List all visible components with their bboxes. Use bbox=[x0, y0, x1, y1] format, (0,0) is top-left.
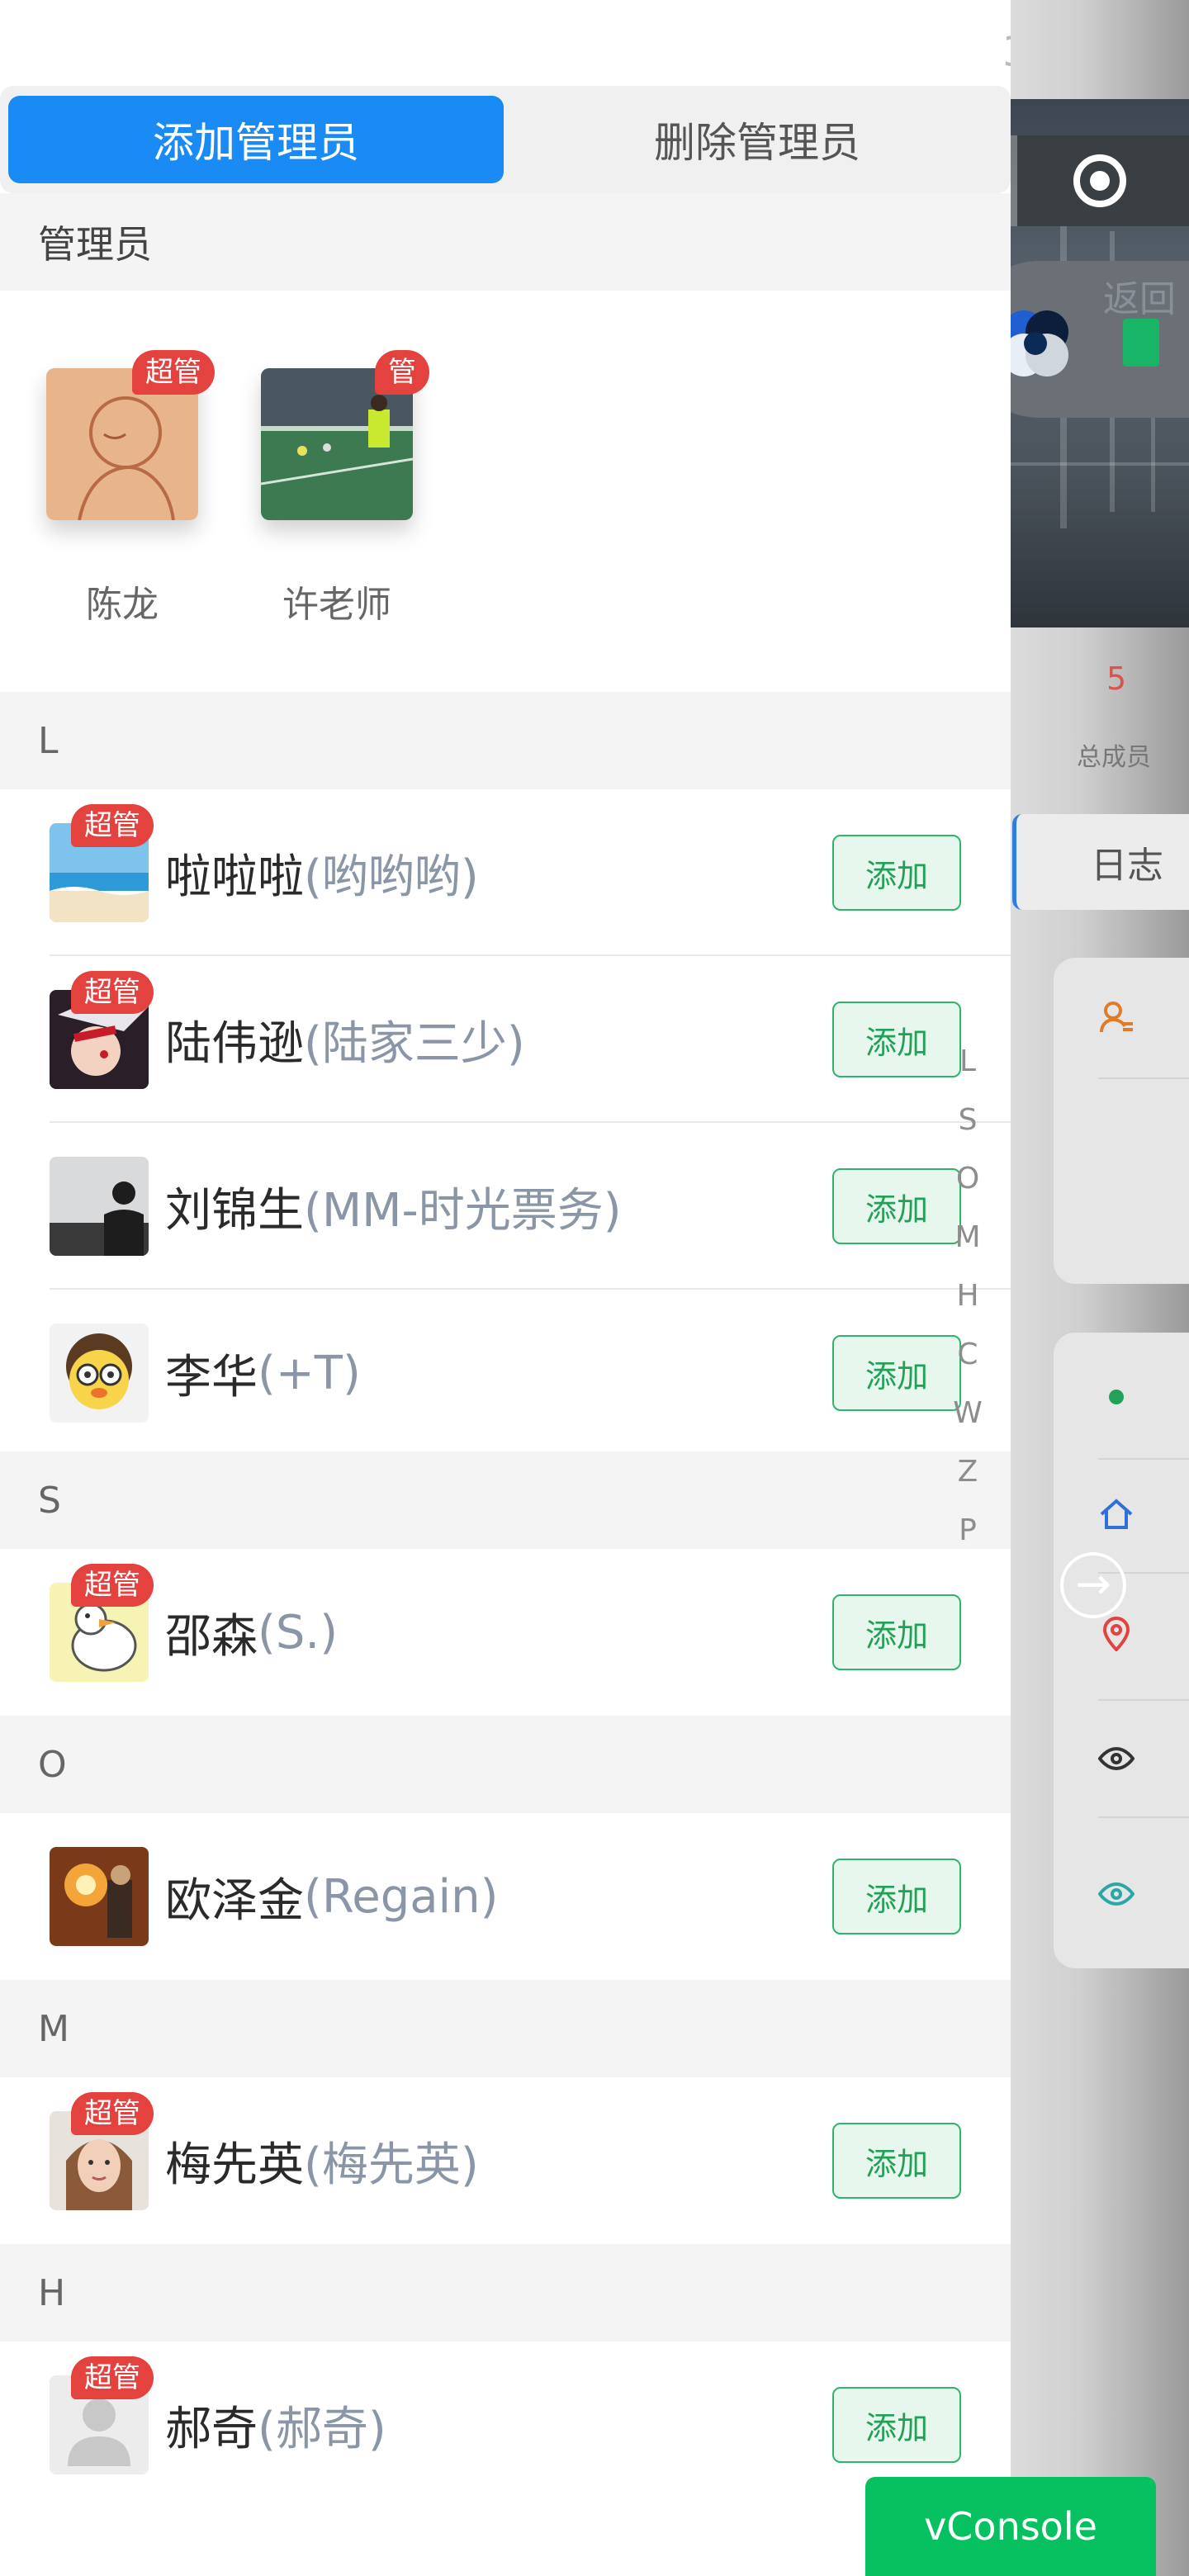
member-name-text: 陆伟逊 bbox=[165, 1016, 304, 1071]
dot-icon bbox=[1098, 1379, 1135, 1415]
add-button[interactable]: 添加 bbox=[832, 835, 961, 911]
home-icon bbox=[1098, 1496, 1135, 1532]
member-name: 陆伟逊 (陆家三少) bbox=[165, 956, 525, 1123]
list-item: 超管 啦啦啦 (哟哟哟) 添加 bbox=[0, 789, 1011, 956]
member-name: 李华 (+T) bbox=[165, 1290, 361, 1456]
group-header-h: H bbox=[0, 2244, 1011, 2342]
index-letter[interactable]: O bbox=[950, 1149, 986, 1208]
member-name-text: 欧泽金 bbox=[165, 1873, 304, 1928]
member-name: 邵森 (S.) bbox=[165, 1549, 338, 1716]
admin-name: 许老师 bbox=[282, 584, 391, 626]
divider bbox=[1098, 1077, 1189, 1079]
member-name-text: 邵森 bbox=[165, 1609, 258, 1664]
member-alias: (郝奇) bbox=[258, 2402, 386, 2456]
arrow-right-circle-icon[interactable]: → bbox=[1060, 1552, 1126, 1618]
list-item: 超管 邵森 (S.) 添加 bbox=[0, 1549, 1011, 1716]
close-mini-program-button[interactable] bbox=[1017, 135, 1189, 226]
list-item: 李华 (+T) 添加 bbox=[0, 1290, 1011, 1456]
add-button[interactable]: 添加 bbox=[832, 1002, 961, 1077]
log-tab[interactable]: 日志 bbox=[1012, 814, 1189, 910]
document-icon bbox=[1123, 319, 1159, 367]
member-alias: (陆家三少) bbox=[304, 1016, 525, 1071]
admin-drawer: 3% 添加管理员 删除管理员 管理员 超管 陈龙 管 许老师 L 超管 啦啦啦(… bbox=[0, 0, 1011, 2576]
member-alias: (Regain) bbox=[304, 1869, 499, 1924]
list-item: 超管 陆伟逊 (陆家三少) 添加 bbox=[0, 956, 1011, 1123]
super-admin-badge: 超管 bbox=[71, 2092, 154, 2135]
member-name: 梅先英 (梅先英) bbox=[165, 2077, 479, 2244]
tab-remove-admin[interactable]: 删除管理员 bbox=[512, 96, 1002, 183]
member-name-text: 梅先英 bbox=[165, 2138, 304, 2192]
index-letter[interactable]: W bbox=[950, 1384, 986, 1442]
member-alias: (梅先英) bbox=[304, 2138, 479, 2192]
divider bbox=[1098, 1816, 1189, 1818]
admin-tile[interactable]: 超管 陈龙 bbox=[46, 350, 215, 626]
member-name: 啦啦啦 (哟哟哟) bbox=[165, 789, 479, 956]
avatar bbox=[50, 1324, 149, 1423]
member-name-text: 刘锦生 bbox=[165, 1183, 304, 1238]
total-member-label: 总成员 bbox=[1077, 743, 1151, 772]
location-pin-icon bbox=[1098, 1615, 1135, 1652]
battery-status: 3% bbox=[1002, 28, 1011, 76]
add-button[interactable]: 添加 bbox=[832, 2123, 961, 2199]
member-name: 郝奇 (郝奇) bbox=[165, 2342, 386, 2508]
tab-add-admin[interactable]: 添加管理员 bbox=[8, 96, 504, 183]
add-button[interactable]: 添加 bbox=[832, 1859, 961, 1934]
add-button[interactable]: 添加 bbox=[832, 1335, 961, 1411]
alphabet-index: L S O M H C W Z P bbox=[950, 1032, 986, 1560]
super-admin-badge: 超管 bbox=[71, 2356, 154, 2399]
super-admin-badge: 超管 bbox=[71, 971, 154, 1014]
list-item: 欧泽金 (Regain) 添加 bbox=[0, 1813, 1011, 1980]
user-settings-icon bbox=[1098, 999, 1135, 1035]
index-letter[interactable]: Z bbox=[950, 1442, 986, 1501]
member-alias: (MM-时光票务) bbox=[304, 1183, 622, 1238]
index-letter[interactable]: C bbox=[950, 1325, 986, 1384]
vconsole-button[interactable]: vConsole bbox=[865, 2477, 1156, 2576]
add-button[interactable]: 添加 bbox=[832, 2387, 961, 2463]
admin-badge: 管 bbox=[375, 350, 429, 395]
member-alias: (S.) bbox=[258, 1605, 339, 1660]
group-header-o: O bbox=[0, 1716, 1011, 1813]
member-name: 欧泽金 (Regain) bbox=[165, 1813, 498, 1980]
avatar bbox=[50, 1157, 149, 1256]
member-name-text: 啦啦啦 bbox=[165, 850, 304, 904]
add-button[interactable]: 添加 bbox=[832, 1168, 961, 1244]
tab-bar: 添加管理员 删除管理员 bbox=[0, 86, 1011, 193]
group-header-s: S bbox=[0, 1451, 1011, 1549]
group-header-l: L bbox=[0, 692, 1011, 789]
divider bbox=[1098, 1458, 1189, 1460]
back-label: 返回 bbox=[1103, 278, 1176, 320]
super-admin-badge: 超管 bbox=[71, 1564, 154, 1607]
index-letter[interactable]: S bbox=[950, 1091, 986, 1149]
admin-name: 陈龙 bbox=[86, 584, 159, 626]
eye-icon bbox=[1097, 1876, 1135, 1912]
member-alias: (+T) bbox=[258, 1346, 361, 1400]
add-button[interactable]: 添加 bbox=[832, 1594, 961, 1670]
member-name-text: 李华 bbox=[165, 1350, 258, 1404]
member-alias: (哟哟哟) bbox=[304, 850, 479, 904]
index-letter[interactable]: M bbox=[950, 1208, 986, 1267]
divider bbox=[1098, 1699, 1189, 1701]
index-letter[interactable]: L bbox=[950, 1032, 986, 1091]
index-letter[interactable]: H bbox=[950, 1267, 986, 1325]
list-item: 超管 梅先英 (梅先英) 添加 bbox=[0, 2077, 1011, 2244]
admin-badge: 超管 bbox=[132, 350, 215, 395]
list-item: 超管 郝奇 (郝奇) 添加 bbox=[0, 2342, 1011, 2508]
eye-icon bbox=[1097, 1740, 1135, 1777]
admins-section-title: 管理员 bbox=[0, 193, 1011, 291]
admin-tile[interactable]: 管 许老师 bbox=[261, 350, 429, 626]
group-header-m: M bbox=[0, 1980, 1011, 2077]
avatar bbox=[50, 1847, 149, 1946]
member-name: 刘锦生 (MM-时光票务) bbox=[165, 1123, 622, 1290]
list-item: 刘锦生 (MM-时光票务) 添加 bbox=[0, 1123, 1011, 1290]
member-name-text: 郝奇 bbox=[165, 2402, 258, 2456]
index-letter[interactable]: P bbox=[950, 1501, 986, 1560]
total-member-count: 5 bbox=[1106, 661, 1127, 697]
super-admin-badge: 超管 bbox=[71, 804, 154, 847]
target-icon bbox=[1073, 154, 1126, 207]
